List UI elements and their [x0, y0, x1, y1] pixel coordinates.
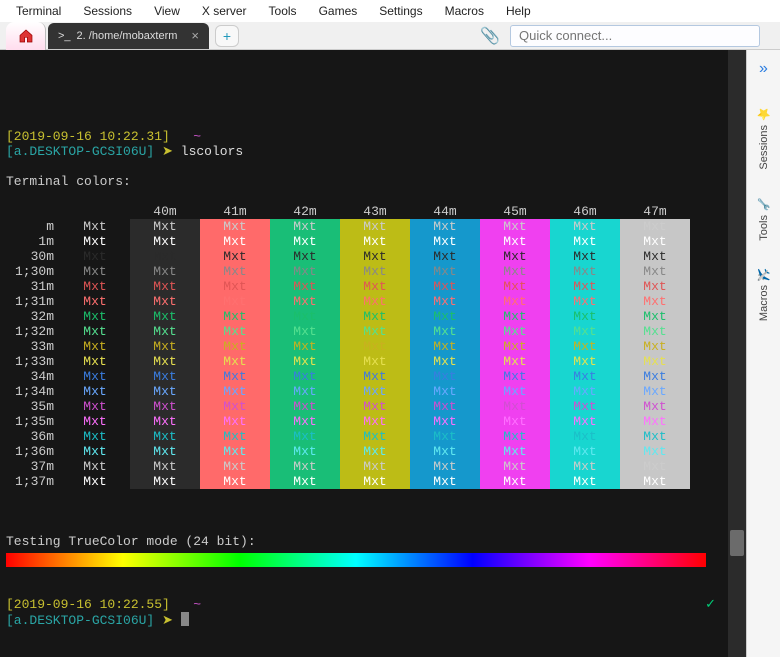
menu-view[interactable]: View: [154, 4, 180, 18]
table-row: 1;33mMxtMxtMxtMxtMxtMxtMxtMxtMxt: [6, 354, 740, 369]
cursor: [181, 612, 189, 626]
close-icon[interactable]: ×: [191, 28, 199, 43]
scrollbar-thumb[interactable]: [730, 530, 744, 556]
right-sidebar: » Sessions⭐ Tools🔧 Macros✈️: [746, 50, 780, 657]
quick-connect-input[interactable]: [510, 25, 760, 47]
add-tab-button[interactable]: +: [215, 25, 239, 47]
section-title: Terminal colors:: [6, 174, 131, 189]
table-row: 34mMxtMxtMxtMxtMxtMxtMxtMxtMxt: [6, 369, 740, 384]
sidebar-tab-sessions[interactable]: Sessions⭐: [757, 108, 771, 170]
truecolor-gradient: [6, 553, 706, 567]
tab-terminal[interactable]: >_ 2. /home/mobaxterm ×: [48, 23, 209, 49]
table-row: 36mMxtMxtMxtMxtMxtMxtMxtMxtMxt: [6, 429, 740, 444]
table-row: 37mMxtMxtMxtMxtMxtMxtMxtMxtMxt: [6, 459, 740, 474]
table-row: 32mMxtMxtMxtMxtMxtMxtMxtMxtMxt: [6, 309, 740, 324]
menu-macros[interactable]: Macros: [445, 4, 484, 18]
table-row: 31mMxtMxtMxtMxtMxtMxtMxtMxtMxt: [6, 279, 740, 294]
menu-settings[interactable]: Settings: [379, 4, 422, 18]
timestamp: [2019-09-16 10:22.31]: [6, 129, 170, 144]
command: lscolors: [181, 144, 243, 159]
sidebar-tab-macros[interactable]: Macros✈️: [757, 268, 771, 321]
paperclip-icon[interactable]: 📎: [480, 26, 500, 46]
table-row: 1;34mMxtMxtMxtMxtMxtMxtMxtMxtMxt: [6, 384, 740, 399]
table-row: 33mMxtMxtMxtMxtMxtMxtMxtMxtMxt: [6, 339, 740, 354]
truecolor-title: Testing TrueColor mode (24 bit):: [6, 534, 256, 549]
menu-help[interactable]: Help: [506, 4, 531, 18]
sidebar-tab-tools[interactable]: Tools🔧: [757, 198, 771, 241]
table-row: 1;31mMxtMxtMxtMxtMxtMxtMxtMxtMxt: [6, 294, 740, 309]
menu-tools[interactable]: Tools: [269, 4, 297, 18]
table-row: 30mMxtMxtMxtMxtMxtMxtMxtMxtMxt: [6, 249, 740, 264]
table-row: 1;30mMxtMxtMxtMxtMxtMxtMxtMxtMxt: [6, 264, 740, 279]
hostname: [a.DESKTOP-GCSI06U]: [6, 144, 154, 159]
menu-x-server[interactable]: X server: [202, 4, 247, 18]
terminal-pane[interactable]: ✓ [2019-09-16 10:22.31] ~[a.DESKTOP-GCSI…: [0, 50, 746, 657]
terminal-prompt-icon: >_: [58, 30, 71, 42]
table-header: 40m41m42m43m44m45m46m47m: [6, 204, 740, 219]
table-row: 1mMxtMxtMxtMxtMxtMxtMxtMxtMxt: [6, 234, 740, 249]
menubar: Terminal Sessions View X server Tools Games Se…: [0, 0, 780, 22]
tab-title: 2. /home/mobaxterm: [77, 30, 178, 42]
home-tab[interactable]: [6, 22, 46, 50]
table-row: 35mMxtMxtMxtMxtMxtMxtMxtMxtMxt: [6, 399, 740, 414]
menu-games[interactable]: Games: [319, 4, 358, 18]
table-row: mMxtMxtMxtMxtMxtMxtMxtMxtMxt: [6, 219, 740, 234]
tab-bar: >_ 2. /home/mobaxterm × + 📎: [0, 22, 780, 50]
home-icon: [18, 28, 34, 44]
chevron-right-icon[interactable]: »: [759, 60, 768, 78]
scrollbar[interactable]: [728, 50, 746, 657]
table-row: 1;32mMxtMxtMxtMxtMxtMxtMxtMxtMxt: [6, 324, 740, 339]
menu-terminal[interactable]: Terminal: [16, 4, 61, 18]
table-row: 1;37mMxtMxtMxtMxtMxtMxtMxtMxtMxt: [6, 474, 740, 489]
menu-sessions[interactable]: Sessions: [83, 4, 132, 18]
table-row: 1;35mMxtMxtMxtMxtMxtMxtMxtMxtMxt: [6, 414, 740, 429]
table-row: 1;36mMxtMxtMxtMxtMxtMxtMxtMxtMxt: [6, 444, 740, 459]
